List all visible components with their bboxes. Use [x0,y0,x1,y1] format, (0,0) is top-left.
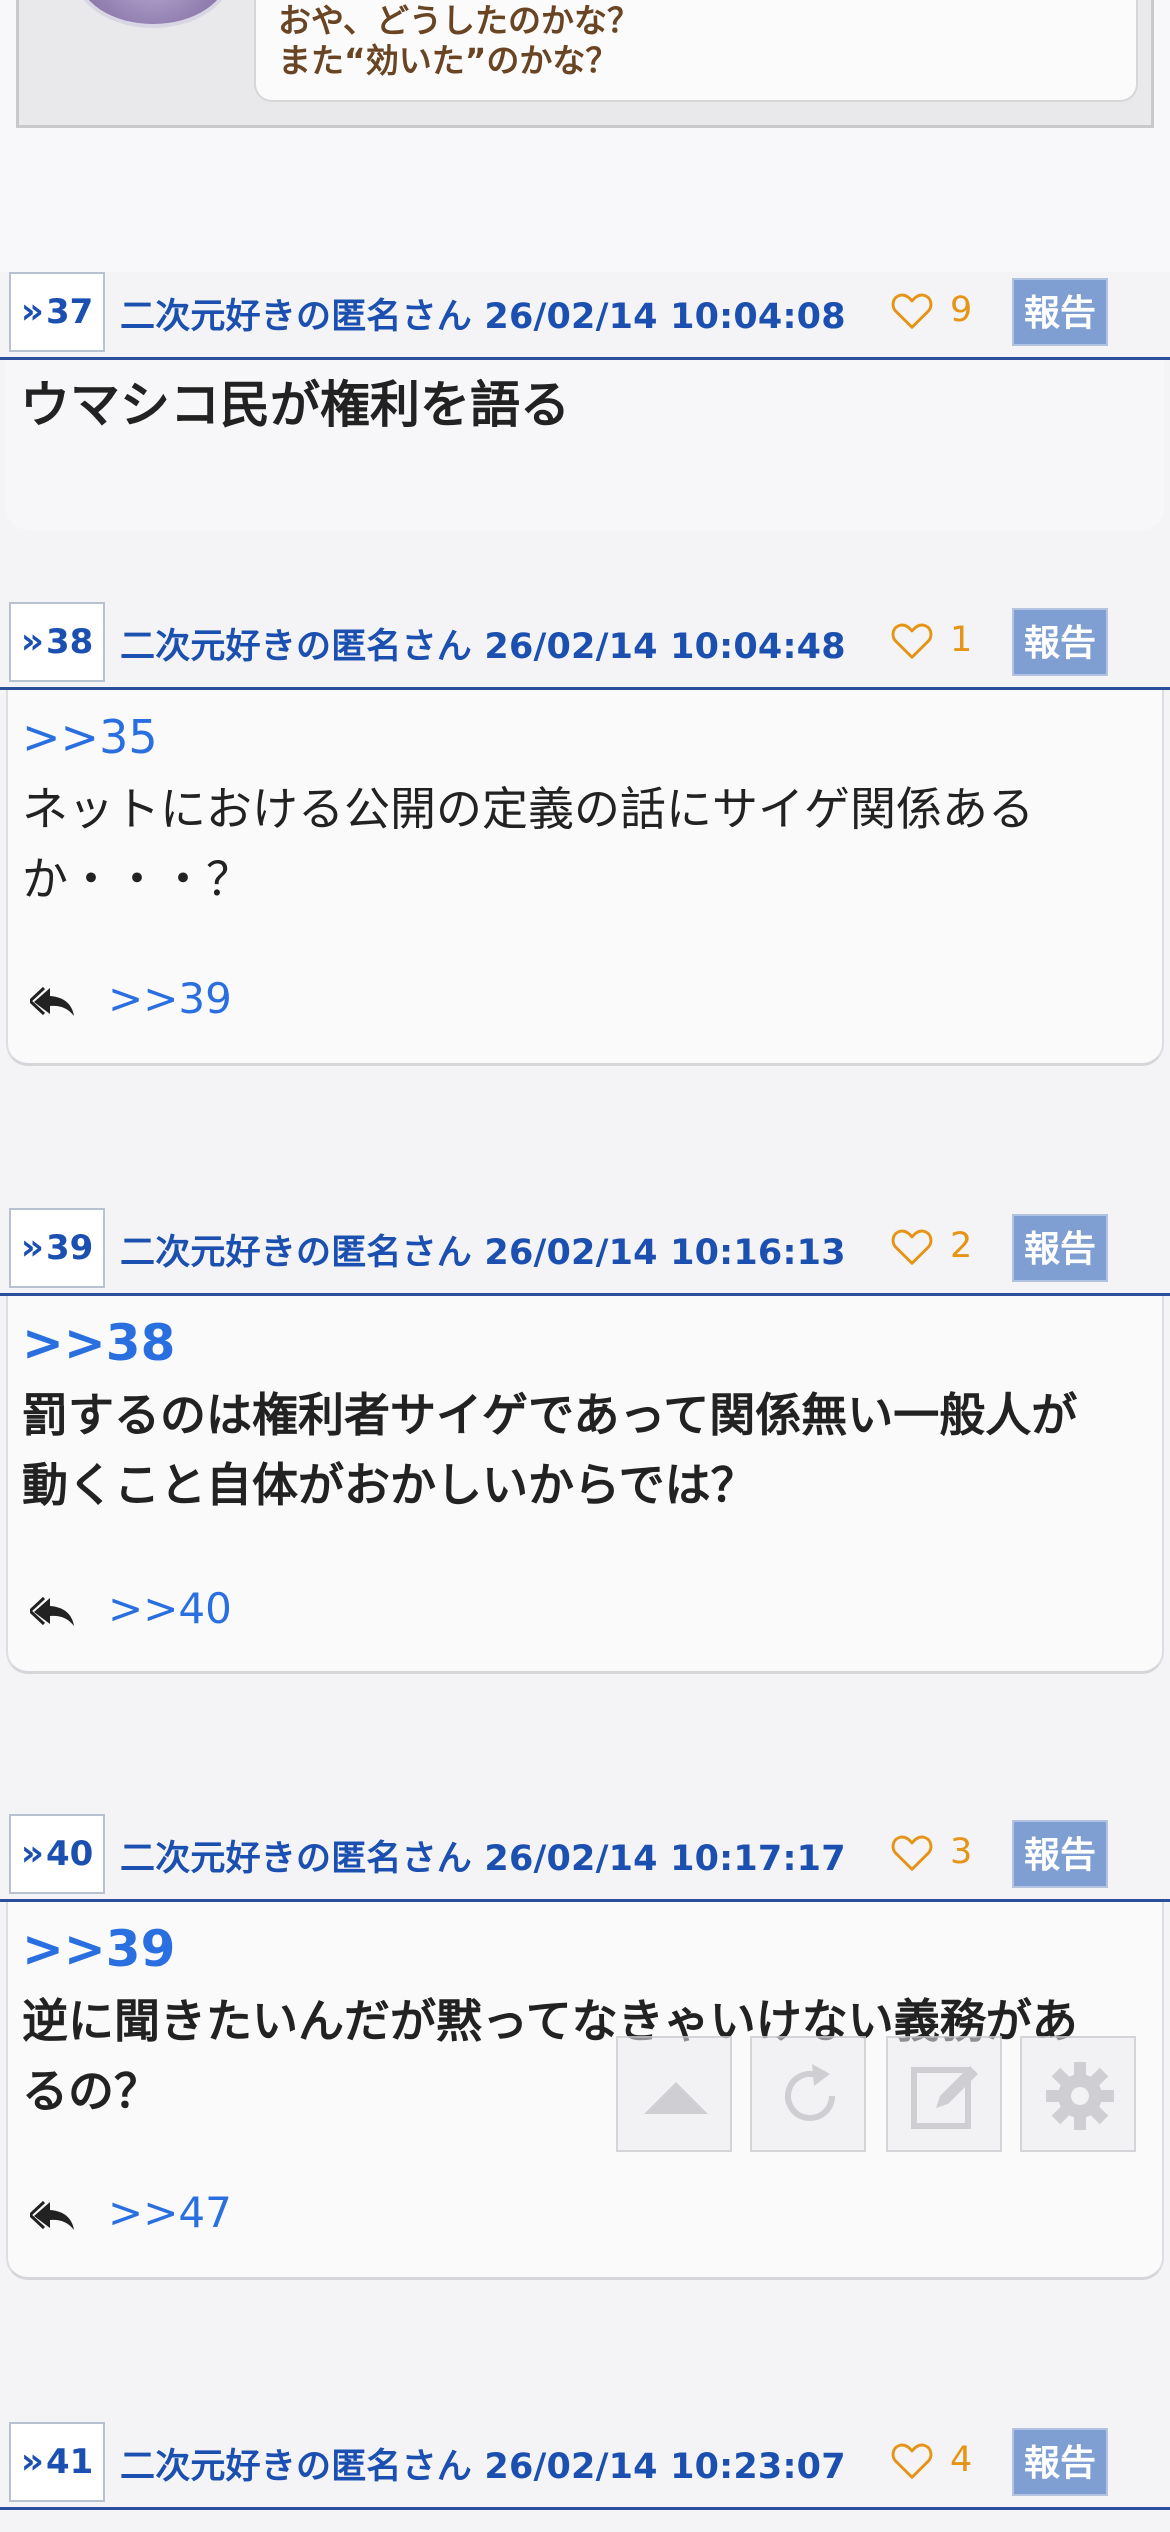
heart-outline-icon [891,293,933,329]
post-header: »41 二次元好きの匿名さん 26/02/14 10:23:07 4 報告 [0,2416,1170,2510]
post-41: »41 二次元好きの匿名さん 26/02/14 10:23:07 4 報告 [0,2416,1170,2532]
post-37: »37 二次元好きの匿名さん 26/02/14 10:04:08 9 報告 ウマ… [0,266,1170,536]
reply-anchor-link[interactable]: >>39 [22,1920,175,1978]
character-avatar-image [74,0,232,28]
post-text-line: ウマシコ民が権利を語る [20,376,570,434]
post-number: 38 [45,622,94,662]
reply-all-icon [30,986,74,1016]
triangle-up-icon [644,2082,708,2114]
reply-link[interactable]: >>47 [108,2188,232,2237]
post-meta: 二次元好きの匿名さん 26/02/14 10:17:17 [120,1830,846,1881]
speech-line-2: また“効いた”のかな？ [278,41,619,80]
post-header: »38 二次元好きの匿名さん 26/02/14 10:04:48 1 報告 [0,596,1170,690]
author-name[interactable]: 二次元好きの匿名さん [120,1233,472,1273]
like-count: 1 [950,620,973,660]
post-datetime: 26/02/14 10:04:48 [484,627,846,667]
like-count: 2 [950,1226,973,1266]
heart-outline-icon [891,1229,933,1265]
like-count: 4 [950,2440,973,2480]
double-chevron-icon: » [20,291,44,332]
post-text-line: 動くこと自体がおかしいからでは？ [22,1458,757,1512]
like-count: 3 [950,1832,973,1872]
double-chevron-icon: » [20,1227,44,1268]
post-number-button[interactable]: »39 [9,1208,105,1288]
post-number: 39 [45,1228,94,1268]
post-datetime: 26/02/14 10:16:13 [484,1233,846,1273]
post-image[interactable]: おや、どうしたのかな？ また“効いた”のかな？ [16,0,1154,128]
edit-icon [911,2066,978,2129]
post-number-button[interactable]: »38 [9,602,105,682]
report-button[interactable]: 報告 [1012,608,1108,676]
post-datetime: 26/02/14 10:17:17 [484,1839,846,1879]
post-datetime: 26/02/14 10:23:07 [484,2447,846,2487]
post-text-line: か・・・？ [22,852,252,906]
header-divider [0,2507,1170,2510]
post-38: »38 二次元好きの匿名さん 26/02/14 10:04:48 1 報告 >>… [0,596,1170,1076]
reply-all-icon [30,2200,74,2230]
double-chevron-icon: » [20,621,44,662]
image-post-partial: おや、どうしたのかな？ また“効いた”のかな？ [0,0,1170,272]
compose-button[interactable] [886,2036,1002,2152]
report-button[interactable]: 報告 [1012,278,1108,346]
author-name[interactable]: 二次元好きの匿名さん [120,2447,472,2487]
post-text-line: るの？ [22,2064,160,2118]
author-name[interactable]: 二次元好きの匿名さん [120,1839,472,1879]
reply-anchor-link[interactable]: >>35 [22,710,158,764]
report-button[interactable]: 報告 [1012,1214,1108,1282]
report-button[interactable]: 報告 [1012,2428,1108,2496]
post-meta: 二次元好きの匿名さん 26/02/14 10:04:08 [120,288,846,339]
post-number: 40 [45,1834,94,1874]
heart-outline-icon [891,1835,933,1871]
post-text-line: ネットにおける公開の定義の話にサイゲ関係ある [22,782,1034,836]
heart-outline-icon [891,2443,933,2479]
gear-icon [1046,2062,1114,2130]
reply-anchor-link[interactable]: >>38 [22,1314,175,1372]
post-meta: 二次元好きの匿名さん 26/02/14 10:16:13 [120,1224,846,1275]
double-chevron-icon: » [20,2441,44,2482]
post-number-button[interactable]: »41 [9,2422,105,2502]
settings-button[interactable] [1020,2036,1136,2152]
reply-link[interactable]: >>40 [108,1584,232,1633]
like-count: 9 [950,290,973,330]
post-meta: 二次元好きの匿名さん 26/02/14 10:04:48 [120,618,846,669]
scroll-top-button[interactable] [616,2036,732,2152]
post-body: ウマシコ民が権利を語る [6,360,1164,530]
speech-bubble: おや、どうしたのかな？ また“効いた”のかな？ [254,0,1138,102]
post-header: »40 二次元好きの匿名さん 26/02/14 10:17:17 3 報告 [0,1808,1170,1902]
post-datetime: 26/02/14 10:04:08 [484,297,846,337]
post-meta: 二次元好きの匿名さん 26/02/14 10:23:07 [120,2438,846,2489]
report-button[interactable]: 報告 [1012,1820,1108,1888]
heart-outline-icon [891,623,933,659]
post-number-button[interactable]: »40 [9,1814,105,1894]
post-header: »37 二次元好きの匿名さん 26/02/14 10:04:08 9 報告 [0,266,1170,360]
post-number: 37 [45,292,94,332]
post-body: >>35 ネットにおける公開の定義の話にサイゲ関係ある か・・・？ >>39 [6,690,1164,1066]
post-number-button[interactable]: »37 [9,272,105,352]
refresh-button[interactable] [750,2036,866,2152]
refresh-icon [785,2064,835,2121]
reply-link[interactable]: >>39 [108,974,232,1023]
reply-all-icon [30,1596,74,1626]
post-text-line: 罰するのは権利者サイゲであって関係無い一般人が [22,1388,1078,1442]
post-body: >>38 罰するのは権利者サイゲであって関係無い一般人が 動くこと自体がおかしい… [6,1296,1164,1674]
double-chevron-icon: » [20,1833,44,1874]
post-39: »39 二次元好きの匿名さん 26/02/14 10:16:13 2 報告 >>… [0,1202,1170,1682]
author-name[interactable]: 二次元好きの匿名さん [120,627,472,667]
author-name[interactable]: 二次元好きの匿名さん [120,297,472,337]
post-number: 41 [45,2442,94,2482]
post-header: »39 二次元好きの匿名さん 26/02/14 10:16:13 2 報告 [0,1202,1170,1296]
